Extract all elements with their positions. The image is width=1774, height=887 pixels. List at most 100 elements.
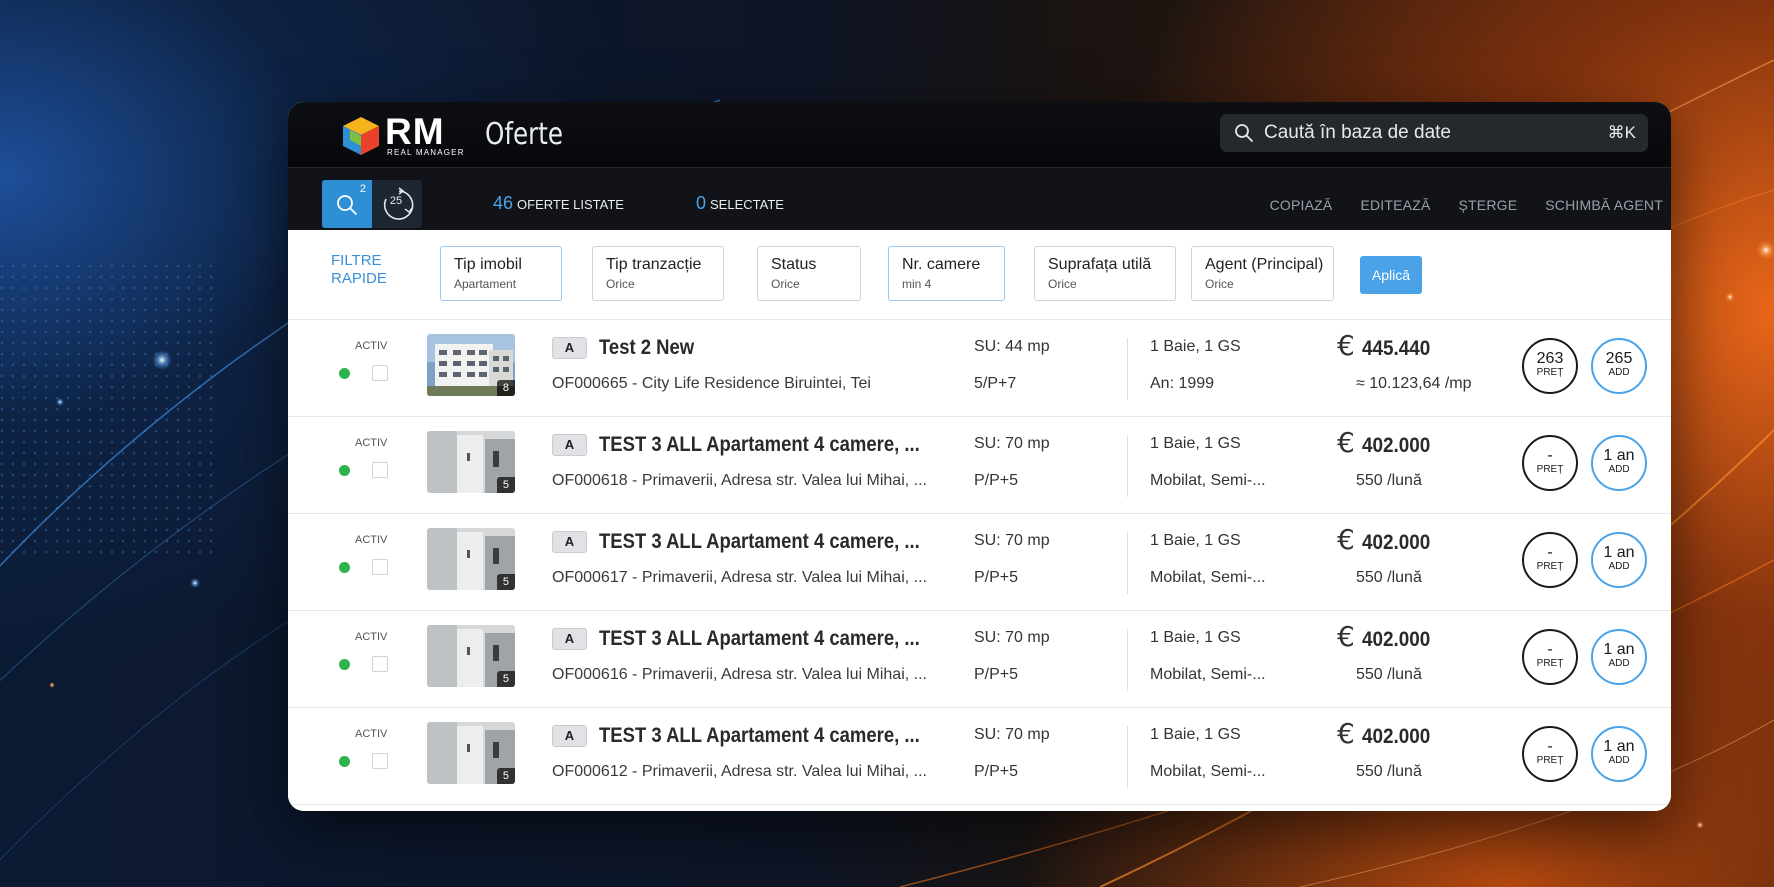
offer-row[interactable]: ACTIV 8 A Test 2 New OF000665 - City Lif…	[288, 320, 1671, 417]
offer-thumbnail[interactable]: 5	[427, 625, 515, 687]
add-days-indicator[interactable]: 1 an ADD	[1591, 435, 1647, 491]
price-days-indicator[interactable]: - PREȚ	[1522, 435, 1578, 491]
offer-area: SU: 70 mp	[974, 726, 1050, 743]
offer-price: 402.000	[1362, 725, 1431, 748]
filter-title: Status	[771, 256, 817, 273]
logo-text: RM	[385, 111, 445, 152]
filter-usable-area[interactable]: Suprafața utilă Orice	[1034, 246, 1176, 301]
offer-extra-info: Mobilat, Semi-...	[1150, 472, 1266, 489]
offer-price: 445.440	[1362, 337, 1431, 360]
column-divider	[1127, 726, 1128, 788]
selected-counter: 0 SELECTATE	[696, 193, 784, 214]
indicator-label: ADD	[1608, 464, 1630, 475]
row-checkbox[interactable]	[372, 753, 388, 769]
offer-title[interactable]: TEST 3 ALL Apartament 4 camere, ...	[599, 530, 920, 554]
indicator-value: 1 an	[1603, 738, 1635, 755]
offer-rent-price: 550 /lună	[1356, 666, 1422, 683]
add-days-indicator[interactable]: 1 an ADD	[1591, 629, 1647, 685]
offer-title[interactable]: TEST 3 ALL Apartament 4 camere, ...	[599, 724, 920, 748]
offer-area: SU: 44 mp	[974, 338, 1050, 355]
row-checkbox[interactable]	[372, 656, 388, 672]
offer-price: 402.000	[1362, 628, 1431, 651]
search-filter-button[interactable]: 2	[322, 180, 372, 228]
offer-price-per-unit: ≈ 10.123,64 /mp	[1356, 375, 1472, 392]
filter-property-type[interactable]: Tip imobil Apartament	[440, 246, 562, 301]
change-agent-button[interactable]: SCHIMBĂ AGENT	[1545, 197, 1663, 213]
status-label: ACTIV	[355, 437, 388, 449]
offer-title[interactable]: TEST 3 ALL Apartament 4 camere, ...	[599, 627, 920, 651]
offer-thumbnail[interactable]: 8	[427, 334, 515, 396]
offer-row[interactable]: ACTIV 5 A TEST 3 ALL Apartament 4 camere…	[288, 611, 1671, 708]
indicator-label: ADD	[1608, 658, 1630, 669]
filter-title: Suprafața utilă	[1048, 256, 1152, 273]
filter-transaction-type[interactable]: Tip tranzacție Orice	[592, 246, 724, 301]
row-checkbox[interactable]	[372, 559, 388, 575]
indicator-value: 1 an	[1603, 641, 1635, 658]
row-checkbox[interactable]	[372, 462, 388, 478]
offer-address: OF000616 - Primaverii, Adresa str. Valea…	[552, 666, 927, 683]
offers-list: ACTIV 8 A Test 2 New OF000665 - City Lif…	[288, 320, 1671, 805]
filter-status[interactable]: Status Orice	[757, 246, 861, 301]
add-days-indicator[interactable]: 1 an ADD	[1591, 532, 1647, 588]
indicator-label: PREȚ	[1536, 755, 1564, 766]
status-label: ACTIV	[355, 728, 388, 740]
copy-button[interactable]: COPIAZĂ	[1270, 197, 1333, 213]
offer-rent-price: 550 /lună	[1356, 472, 1422, 489]
offer-thumbnail[interactable]: 5	[427, 722, 515, 784]
logo-cube-icon	[343, 117, 379, 155]
offer-thumbnail[interactable]: 5	[427, 431, 515, 493]
bulk-actions: COPIAZĂ EDITEAZĂ ȘTERGE SCHIMBĂ AGENT	[1270, 197, 1663, 213]
page-title: Oferte	[485, 117, 564, 152]
price-days-indicator[interactable]: 263 PREȚ	[1522, 338, 1578, 394]
indicator-label: ADD	[1608, 367, 1630, 378]
indicator-value: -	[1547, 447, 1553, 464]
price-days-indicator[interactable]: - PREȚ	[1522, 726, 1578, 782]
offer-address: OF000618 - Primaverii, Adresa str. Valea…	[552, 472, 927, 489]
offer-thumbnail[interactable]: 5	[427, 528, 515, 590]
offer-floor: P/P+5	[974, 472, 1019, 489]
filter-value: Orice	[1048, 277, 1077, 291]
quick-filters-label-line1: FILTRE	[331, 252, 382, 269]
price-days-indicator[interactable]: - PREȚ	[1522, 629, 1578, 685]
offer-row[interactable]: ACTIV 5 A TEST 3 ALL Apartament 4 camere…	[288, 514, 1671, 611]
offer-title[interactable]: Test 2 New	[599, 336, 694, 360]
filter-value: Orice	[1205, 277, 1234, 291]
filter-value: min 4	[902, 277, 932, 291]
search-input[interactable]	[1264, 114, 1564, 152]
offer-floor: P/P+5	[974, 763, 1019, 780]
offer-rent-price: 550 /lună	[1356, 763, 1422, 780]
filter-room-count[interactable]: Nr. camere min 4	[888, 246, 1005, 301]
add-days-indicator[interactable]: 1 an ADD	[1591, 726, 1647, 782]
edit-button[interactable]: EDITEAZĂ	[1360, 197, 1430, 213]
offer-title[interactable]: TEST 3 ALL Apartament 4 camere, ...	[599, 433, 920, 457]
filter-value: Apartament	[454, 277, 517, 291]
filter-title: Tip imobil	[454, 256, 522, 273]
offer-class-badge: A	[552, 531, 587, 553]
logo[interactable]: RM REAL MANAGER	[341, 112, 469, 160]
add-days-indicator[interactable]: 265 ADD	[1591, 338, 1647, 394]
offer-floor: P/P+5	[974, 666, 1019, 683]
photo-count: 5	[496, 671, 515, 687]
price-days-indicator[interactable]: - PREȚ	[1522, 532, 1578, 588]
filter-title: Tip tranzacție	[606, 256, 702, 273]
offer-floor: P/P+5	[974, 569, 1019, 586]
indicator-label: PREȚ	[1536, 367, 1564, 378]
offer-area: SU: 70 mp	[974, 629, 1050, 646]
status-label: ACTIV	[355, 534, 388, 546]
indicator-label: PREȚ	[1536, 561, 1564, 572]
apply-filters-button[interactable]: Aplică	[1360, 256, 1422, 294]
euro-icon: €	[1337, 426, 1355, 459]
filter-agent[interactable]: Agent (Principal) Orice	[1191, 246, 1334, 301]
offer-address: OF000617 - Primaverii, Adresa str. Valea…	[552, 569, 927, 586]
offer-address: OF000665 - City Life Residence Biruintei…	[552, 375, 871, 392]
selected-count: 0	[696, 193, 707, 213]
indicator-value: 1 an	[1603, 544, 1635, 561]
history-button[interactable]: 25	[372, 180, 422, 228]
offer-price: 402.000	[1362, 434, 1431, 457]
offer-row[interactable]: ACTIV 5 A TEST 3 ALL Apartament 4 camere…	[288, 708, 1671, 805]
euro-icon: €	[1337, 523, 1355, 556]
offer-row[interactable]: ACTIV 5 A TEST 3 ALL Apartament 4 camere…	[288, 417, 1671, 514]
search-box[interactable]: ⌘K	[1220, 114, 1648, 152]
delete-button[interactable]: ȘTERGE	[1459, 197, 1518, 213]
row-checkbox[interactable]	[372, 365, 388, 381]
